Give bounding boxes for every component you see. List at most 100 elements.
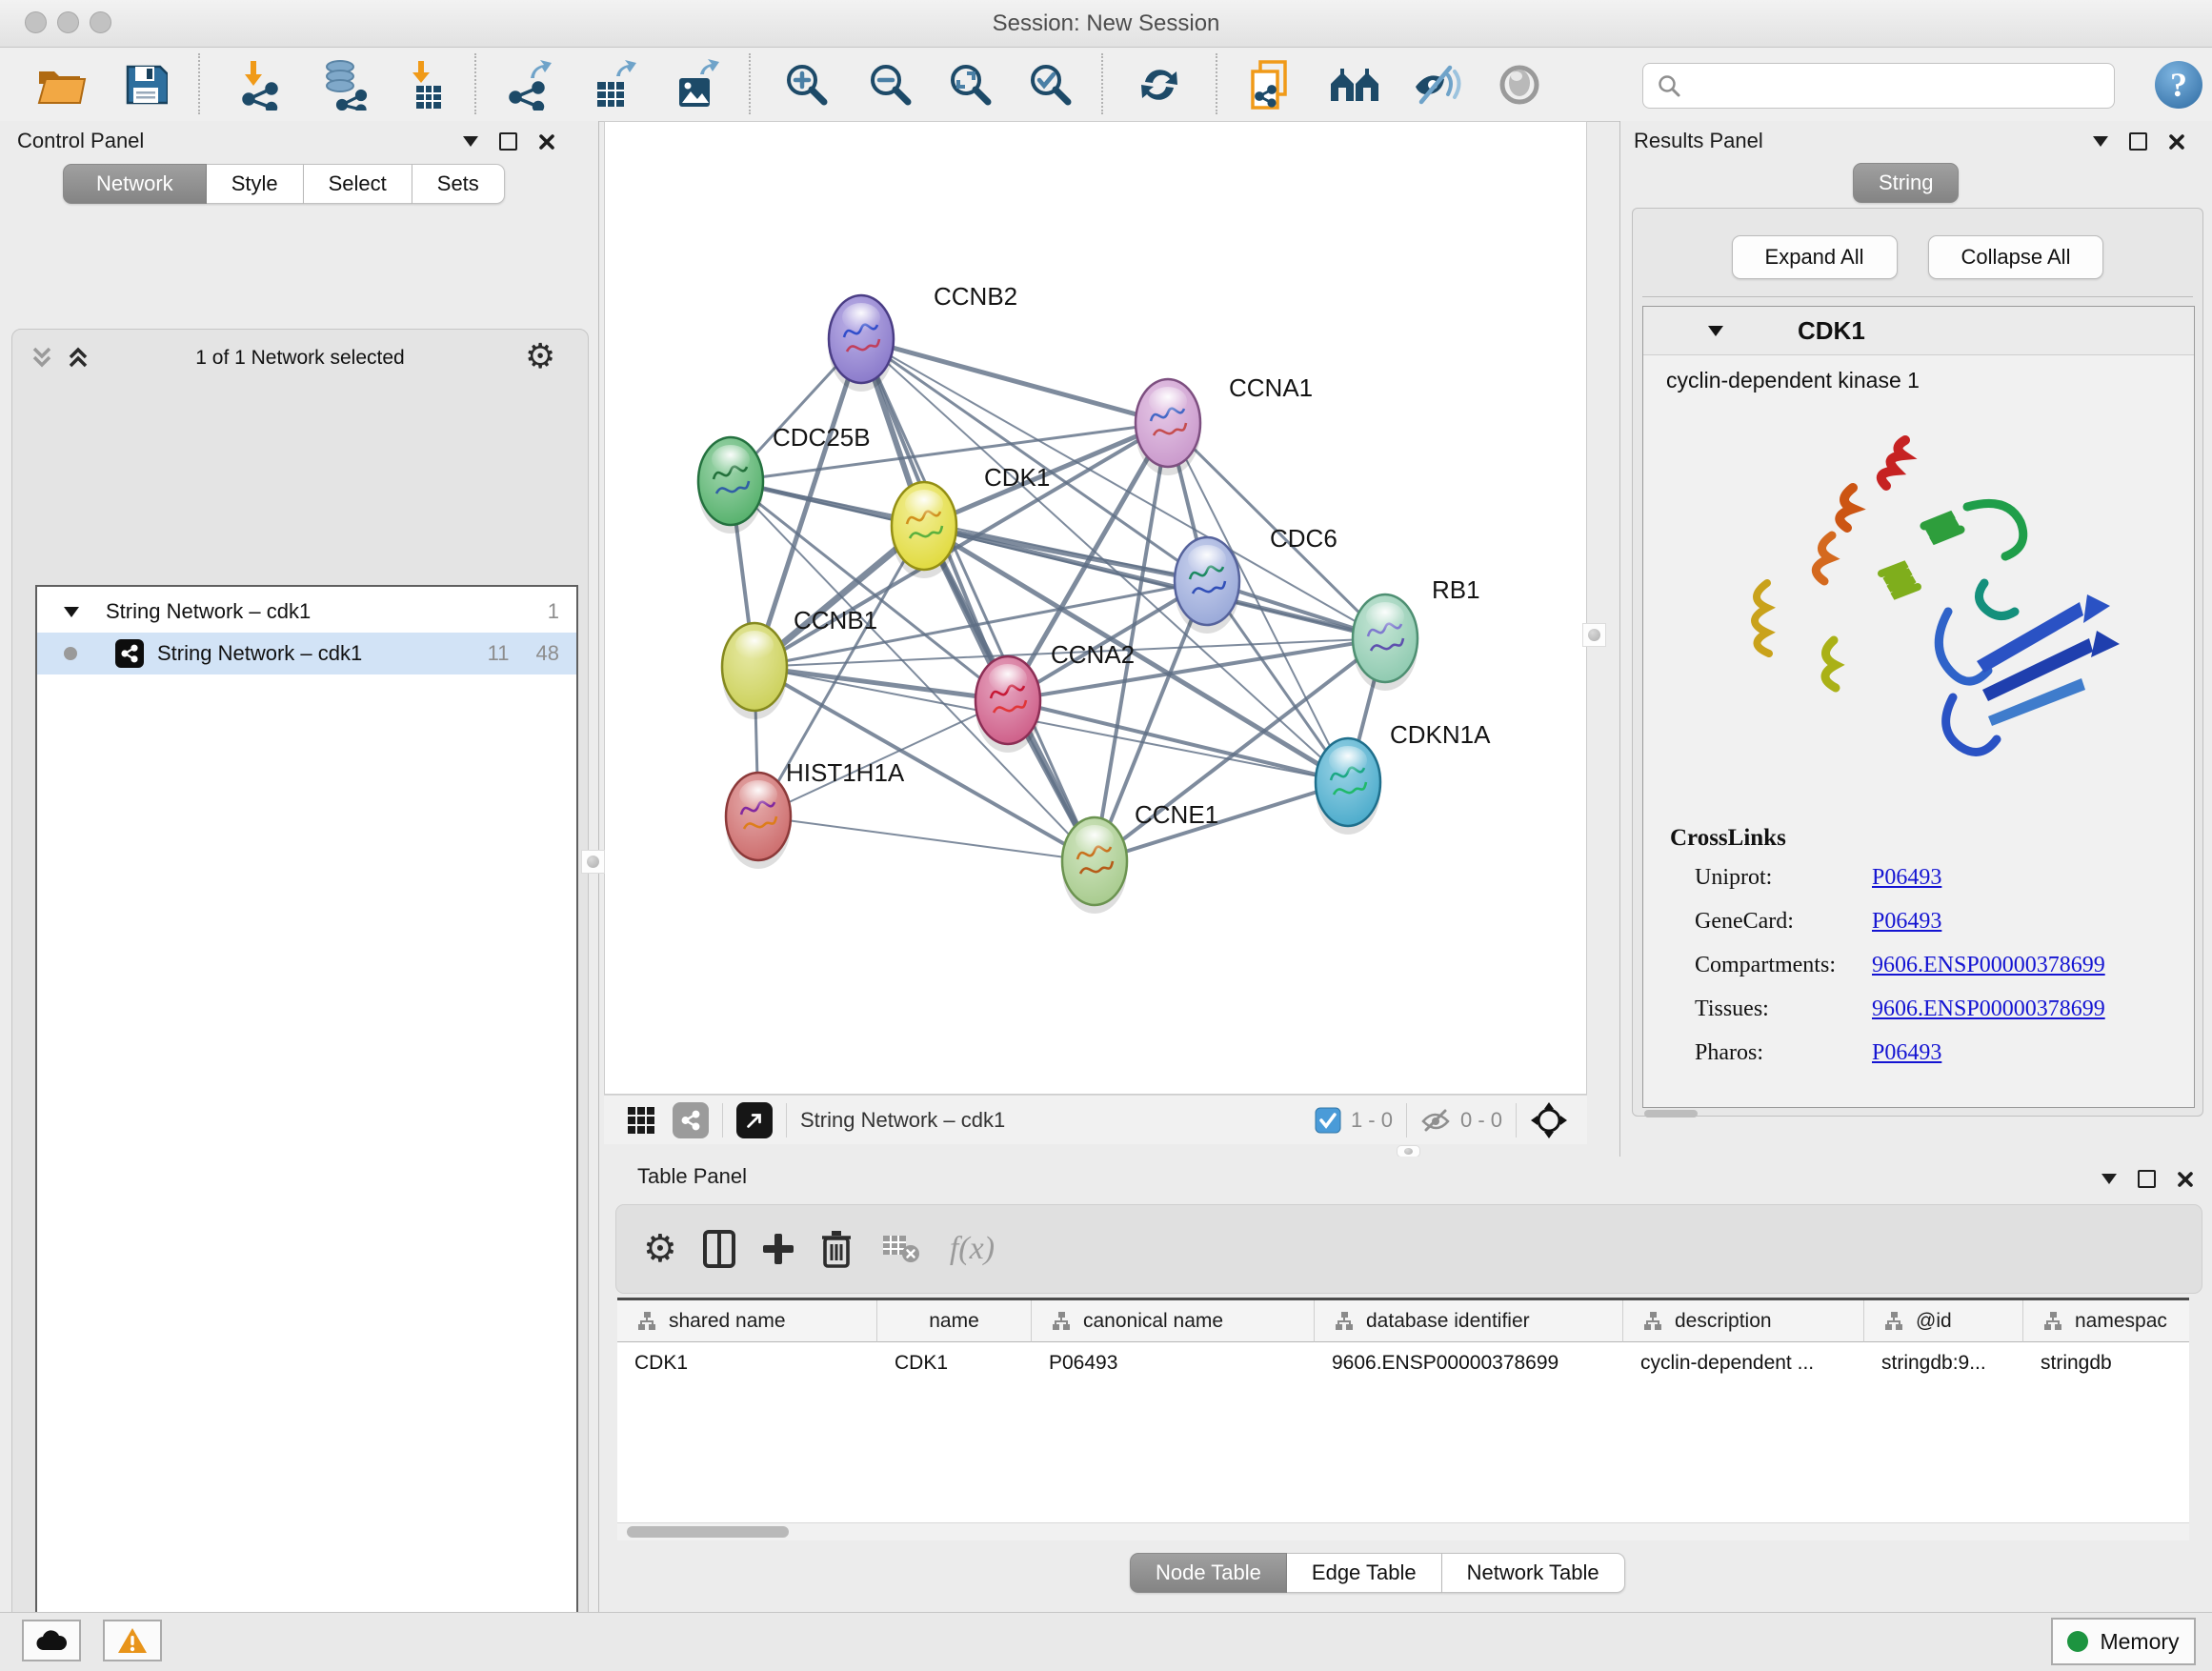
- network-node-CDK1[interactable]: CDK1: [892, 463, 1050, 578]
- crosslink-link[interactable]: 9606.ENSP00000378699: [1872, 997, 2105, 1022]
- network-node-HIST1H1A[interactable]: HIST1H1A: [726, 758, 905, 869]
- network-canvas[interactable]: CCNB2CCNA1CDC25BCDK1CDC6RB1CCNB1CCNA2CDK…: [604, 121, 1587, 1095]
- memory-button[interactable]: Memory: [2051, 1618, 2196, 1665]
- birdseye-toggle-icon[interactable]: [736, 1102, 773, 1138]
- table-cell[interactable]: cyclin-dependent ...: [1623, 1342, 1864, 1384]
- first-neighbors-button[interactable]: [1322, 53, 1389, 116]
- collapse-all-button[interactable]: Collapse All: [1928, 235, 2104, 279]
- tab-edge-table[interactable]: Edge Table: [1287, 1553, 1442, 1593]
- tab-sets[interactable]: Sets: [412, 164, 505, 204]
- export-image-button[interactable]: [663, 53, 730, 116]
- column-header[interactable]: canonical name: [1032, 1300, 1315, 1342]
- network-badge-icon[interactable]: [673, 1102, 709, 1138]
- close-panel-icon[interactable]: [2168, 133, 2185, 151]
- column-header[interactable]: shared name: [617, 1300, 877, 1342]
- undock-panel-icon[interactable]: [499, 132, 517, 151]
- table-cell[interactable]: stringdb: [2023, 1342, 2189, 1384]
- float-panel-icon[interactable]: [2093, 136, 2108, 147]
- node-table[interactable]: shared name name canonical name database…: [617, 1298, 2189, 1526]
- search-icon: [1657, 73, 1681, 98]
- crosslink-link[interactable]: P06493: [1872, 865, 1941, 891]
- close-panel-icon[interactable]: [2177, 1171, 2194, 1188]
- export-table-button[interactable]: [579, 53, 646, 116]
- fit-content-crosshair-icon[interactable]: [1530, 1101, 1568, 1139]
- export-network-button[interactable]: [495, 53, 562, 116]
- zoom-in-button[interactable]: [774, 53, 840, 116]
- gene-caret-icon[interactable]: [1708, 326, 1723, 336]
- tab-network-table[interactable]: Network Table: [1442, 1553, 1625, 1593]
- tab-network[interactable]: Network: [63, 164, 207, 204]
- undock-panel-icon[interactable]: [2129, 132, 2147, 151]
- tab-string[interactable]: String: [1853, 163, 1959, 203]
- warnings-button[interactable]: [103, 1620, 162, 1661]
- crosslink-link[interactable]: 9606.ENSP00000378699: [1872, 953, 2105, 978]
- undock-panel-icon[interactable]: [2138, 1170, 2156, 1188]
- import-network-button[interactable]: [227, 53, 293, 116]
- cloud-status-button[interactable]: [22, 1620, 81, 1661]
- zoom-out-button[interactable]: [857, 53, 924, 116]
- import-table-button[interactable]: [394, 53, 461, 116]
- delete-table-icon[interactable]: [881, 1234, 921, 1264]
- table-cell[interactable]: stringdb:9...: [1864, 1342, 2023, 1384]
- refresh-button[interactable]: [1126, 53, 1193, 116]
- collection-caret-icon[interactable]: [64, 607, 79, 617]
- float-panel-icon[interactable]: [463, 136, 478, 147]
- crosslink-link[interactable]: P06493: [1872, 1040, 1941, 1066]
- table-cell[interactable]: CDK1: [877, 1342, 1032, 1384]
- function-builder-button[interactable]: f(x): [950, 1231, 995, 1267]
- right-splitter-handle[interactable]: [1582, 623, 1606, 647]
- cytoscape-window: Session: New Session: [0, 0, 2212, 1671]
- delete-column-icon[interactable]: [820, 1229, 853, 1269]
- tab-style[interactable]: Style: [207, 164, 304, 204]
- zoom-fit-button[interactable]: [937, 53, 1004, 116]
- show-columns-icon[interactable]: [702, 1229, 736, 1269]
- network-node-CCNA1[interactable]: CCNA1: [1136, 373, 1313, 475]
- help-button[interactable]: ?: [2145, 53, 2212, 116]
- table-options-gear-icon[interactable]: ⚙: [643, 1227, 677, 1271]
- column-header[interactable]: database identifier: [1315, 1300, 1623, 1342]
- add-column-icon[interactable]: [761, 1232, 795, 1266]
- grid-view-icon[interactable]: [627, 1106, 655, 1135]
- network-options-gear-icon[interactable]: ⚙: [525, 337, 555, 376]
- selected-checkbox-icon[interactable]: [1315, 1107, 1341, 1134]
- column-header[interactable]: namespac: [2023, 1300, 2189, 1342]
- scrollbar-thumb[interactable]: [627, 1526, 789, 1538]
- show-all-button[interactable]: [1486, 53, 1553, 116]
- results-hscroll-thumb[interactable]: [1644, 1110, 1698, 1117]
- crosslink-label: Uniprot:: [1695, 865, 1772, 891]
- gene-header-row[interactable]: CDK1: [1643, 307, 2194, 355]
- table-cell[interactable]: 9606.ENSP00000378699: [1315, 1342, 1623, 1384]
- hide-selected-button[interactable]: [1404, 53, 1471, 116]
- control-panel-title: Control Panel: [17, 129, 144, 153]
- column-header[interactable]: description: [1623, 1300, 1864, 1342]
- tab-node-table[interactable]: Node Table: [1130, 1553, 1287, 1593]
- expand-all-button[interactable]: Expand All: [1732, 235, 1898, 279]
- table-cell[interactable]: P06493: [1032, 1342, 1315, 1384]
- hidden-eye-icon[interactable]: [1420, 1108, 1451, 1133]
- tab-select[interactable]: Select: [304, 164, 412, 204]
- zoom-selected-button[interactable]: [1017, 53, 1084, 116]
- network-node-RB1[interactable]: RB1: [1353, 575, 1480, 691]
- network-node-CDKN1A[interactable]: CDKN1A: [1316, 720, 1491, 835]
- clone-network-button[interactable]: [1238, 53, 1305, 116]
- network-node-CCNE1[interactable]: CCNE1: [1062, 800, 1218, 914]
- results-panel-tabs: String: [1853, 163, 1959, 203]
- crosslink-link[interactable]: P06493: [1872, 909, 1941, 935]
- column-header[interactable]: @id: [1864, 1300, 2023, 1342]
- left-splitter-handle[interactable]: [581, 850, 605, 874]
- search-input[interactable]: [1691, 66, 2114, 106]
- import-network-from-database-button[interactable]: [311, 53, 377, 116]
- string-network-graph[interactable]: CCNB2CCNA1CDC25BCDK1CDC6RB1CCNB1CCNA2CDK…: [605, 122, 1586, 1094]
- column-header[interactable]: name: [877, 1300, 1032, 1342]
- status-bar: Memory: [0, 1612, 2212, 1671]
- float-panel-icon[interactable]: [2101, 1174, 2117, 1184]
- table-horizontal-scrollbar[interactable]: [617, 1522, 2189, 1540]
- save-session-button[interactable]: [112, 53, 179, 116]
- open-session-button[interactable]: [29, 53, 95, 116]
- network-row-selected[interactable]: String Network – cdk1 11 48: [37, 633, 576, 674]
- network-node-CDC25B[interactable]: CDC25B: [698, 423, 871, 534]
- search-box[interactable]: [1642, 63, 2115, 109]
- table-cell[interactable]: CDK1: [617, 1342, 877, 1384]
- network-collection-row[interactable]: String Network – cdk1 1: [37, 591, 576, 633]
- close-panel-icon[interactable]: [538, 133, 555, 151]
